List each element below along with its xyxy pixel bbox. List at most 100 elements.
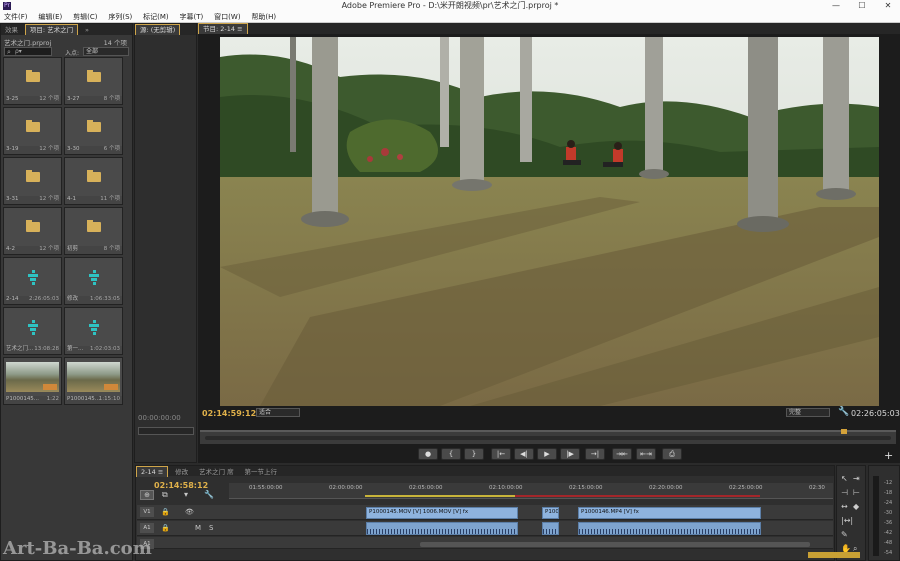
rate-stretch-tool-icon[interactable]: ↔ (841, 502, 848, 511)
video-clip[interactable]: P1000146.MP4 [V] fx (578, 507, 761, 519)
tab-project[interactable]: 项目: 艺术之门 (24, 24, 79, 35)
audio-clip[interactable] (578, 522, 761, 535)
mark-out-button[interactable]: } (464, 448, 484, 460)
project-item-sequence[interactable]: 第一... 1:02:03:03 (64, 307, 123, 355)
item-name: 修改 (67, 296, 79, 302)
project-item-folder[interactable]: 3-19 12 个项 (3, 107, 62, 155)
timeline-ruler[interactable]: 01:55:00:00 02:00:00:00 02:05:00:00 02:1… (229, 483, 833, 499)
item-name: P1000145... (6, 396, 40, 402)
project-item-sequence[interactable]: 艺术之门... 13:08:28 (3, 307, 62, 355)
audio-meters: -12 -18 -24 -30 -36 -42 -48 -54 (868, 465, 900, 561)
in-point-select[interactable]: 全部 (83, 47, 129, 56)
item-thumbnail (4, 308, 61, 346)
extract-button[interactable]: ⇤⇥ (636, 448, 656, 460)
ruler-label: 02:10:00:00 (489, 485, 523, 491)
mark-in-button[interactable]: { (441, 448, 461, 460)
timeline-settings-wrench-icon[interactable]: 🔧 (204, 490, 214, 499)
playback-quality-select[interactable]: 完整 (786, 408, 830, 417)
add-marker-button[interactable]: ● (418, 448, 438, 460)
add-marker-icon[interactable]: ▾ (184, 490, 188, 499)
tab-effects[interactable]: 效果 (1, 25, 22, 36)
tab-sequence-modify[interactable]: 修改 (171, 467, 192, 478)
lock-icon[interactable]: 🔒 (161, 508, 170, 516)
project-item-folder[interactable]: 4-1 11 个项 (64, 157, 123, 205)
lift-button[interactable]: ⇥⇤ (612, 448, 632, 460)
tab-sequence-2-14[interactable]: 2-14 ≡ (136, 466, 169, 477)
step-forward-button[interactable]: |▶ (560, 448, 580, 460)
project-item-sequence[interactable]: 修改 1:06:33:05 (64, 257, 123, 305)
program-playhead[interactable] (841, 429, 847, 434)
video-clip[interactable]: P1000145.MOV [V] 1006.MOV [V] fx (366, 507, 518, 519)
export-frame-button[interactable]: ⎙ (662, 448, 682, 460)
zoom-fit-select[interactable]: 适合 (256, 408, 300, 417)
menu-bar: 文件(F) 编辑(E) 剪辑(C) 序列(S) 标记(M) 字幕(T) 窗口(W… (0, 12, 900, 23)
step-back-button[interactable]: ◀| (514, 448, 534, 460)
program-scrub-bar[interactable] (200, 429, 896, 444)
ripple-edit-tool-icon[interactable]: ⊣ (841, 488, 848, 497)
timeline-timecode[interactable]: 02:14:58:12 (154, 481, 208, 490)
project-item-video[interactable]: P1000145... 1:22 (3, 357, 62, 405)
audio-meter-bar (873, 476, 879, 556)
ruler-label: 01:55:00:00 (249, 485, 283, 491)
project-item-video[interactable]: P1000145... 1:15:10 (64, 357, 123, 405)
snap-icon[interactable]: ⊕ (140, 490, 154, 500)
ruler-label: 02:25:00:00 (729, 485, 763, 491)
project-item-folder[interactable]: 3-25 12 个项 (3, 57, 62, 105)
minimize-button[interactable]: — (826, 0, 846, 12)
menu-marker[interactable]: 标记(M) (139, 12, 173, 23)
program-current-timecode[interactable]: 02:14:59:12 (202, 409, 256, 418)
lock-icon[interactable]: 🔒 (161, 524, 170, 532)
selection-tool-icon[interactable]: ↖ (841, 474, 848, 483)
linked-selection-icon[interactable]: ⧉ (162, 490, 168, 500)
menu-edit[interactable]: 编辑(E) (34, 12, 66, 23)
mute-icon[interactable]: M (195, 524, 201, 532)
project-item-folder[interactable]: 3-31 12 个项 (3, 157, 62, 205)
item-duration: 1:15:10 (98, 396, 120, 402)
tab-source[interactable]: 源: (无剪辑) (135, 24, 181, 35)
program-zoom-bar[interactable] (205, 436, 891, 440)
menu-help[interactable]: 帮助(H) (247, 12, 280, 23)
play-button[interactable]: ▶ (537, 448, 557, 460)
go-to-out-button[interactable]: →| (585, 448, 605, 460)
menu-clip[interactable]: 剪辑(C) (69, 12, 101, 23)
source-scrub-bar[interactable] (138, 427, 194, 435)
tab-sequence-first[interactable]: 第一节上行 (240, 467, 281, 478)
source-timecode[interactable]: 00:00:00:00 (138, 414, 181, 422)
menu-file[interactable]: 文件(F) (0, 12, 32, 23)
solo-icon[interactable]: S (209, 524, 213, 532)
video-track-v1[interactable]: V1 🔒 👁 P1000145.MOV [V] 1006.MOV [V] fx … (137, 505, 833, 520)
razor-tool-icon[interactable]: ◆ (853, 502, 859, 511)
track-label[interactable]: V1 (140, 507, 154, 517)
tab-program[interactable]: 节目: 2-14 ≡ (198, 23, 248, 34)
audio-clip[interactable] (542, 522, 559, 535)
tab-sequence-art-gate[interactable]: 艺术之门 席 (195, 467, 238, 478)
timeline-horizontal-scrollbar[interactable] (420, 542, 810, 547)
rolling-edit-tool-icon[interactable]: ⊢ (853, 488, 860, 497)
project-item-sequence[interactable]: 2-14 2:26:05:03 (3, 257, 62, 305)
go-to-in-button[interactable]: |← (491, 448, 511, 460)
eye-icon[interactable]: 👁 (185, 508, 194, 516)
project-item-folder[interactable]: 3-30 6 个项 (64, 107, 123, 155)
close-button[interactable]: ✕ (878, 0, 898, 12)
menu-window[interactable]: 窗口(W) (210, 12, 244, 23)
menu-sequence[interactable]: 序列(S) (104, 12, 136, 23)
slip-tool-icon[interactable]: |↔| (841, 516, 853, 525)
settings-wrench-icon[interactable]: 🔧 (838, 407, 849, 417)
folder-icon (26, 170, 40, 182)
project-item-folder[interactable]: 3-27 8 个项 (64, 57, 123, 105)
video-clip[interactable]: P1000 (542, 507, 559, 519)
audio-clip[interactable] (366, 522, 518, 535)
add-button[interactable]: + (884, 449, 893, 462)
track-label[interactable]: A1 (140, 523, 154, 533)
search-input[interactable]: ⌕ ρ▾ (4, 47, 52, 56)
track-select-tool-icon[interactable]: ⇥ (853, 474, 860, 483)
maximize-button[interactable]: ☐ (852, 0, 872, 12)
ruler-label: 02:20:00:00 (649, 485, 683, 491)
menu-title[interactable]: 字幕(T) (176, 12, 208, 23)
audio-track-a1[interactable]: A1 🔒 M S (137, 521, 833, 536)
tab-overflow[interactable]: » (81, 25, 93, 36)
project-item-folder[interactable]: 初剪 8 个项 (64, 207, 123, 255)
project-item-folder[interactable]: 4-2 12 个项 (3, 207, 62, 255)
item-name: 2-14 (6, 296, 19, 302)
pen-tool-icon[interactable]: ✎ (841, 530, 848, 539)
